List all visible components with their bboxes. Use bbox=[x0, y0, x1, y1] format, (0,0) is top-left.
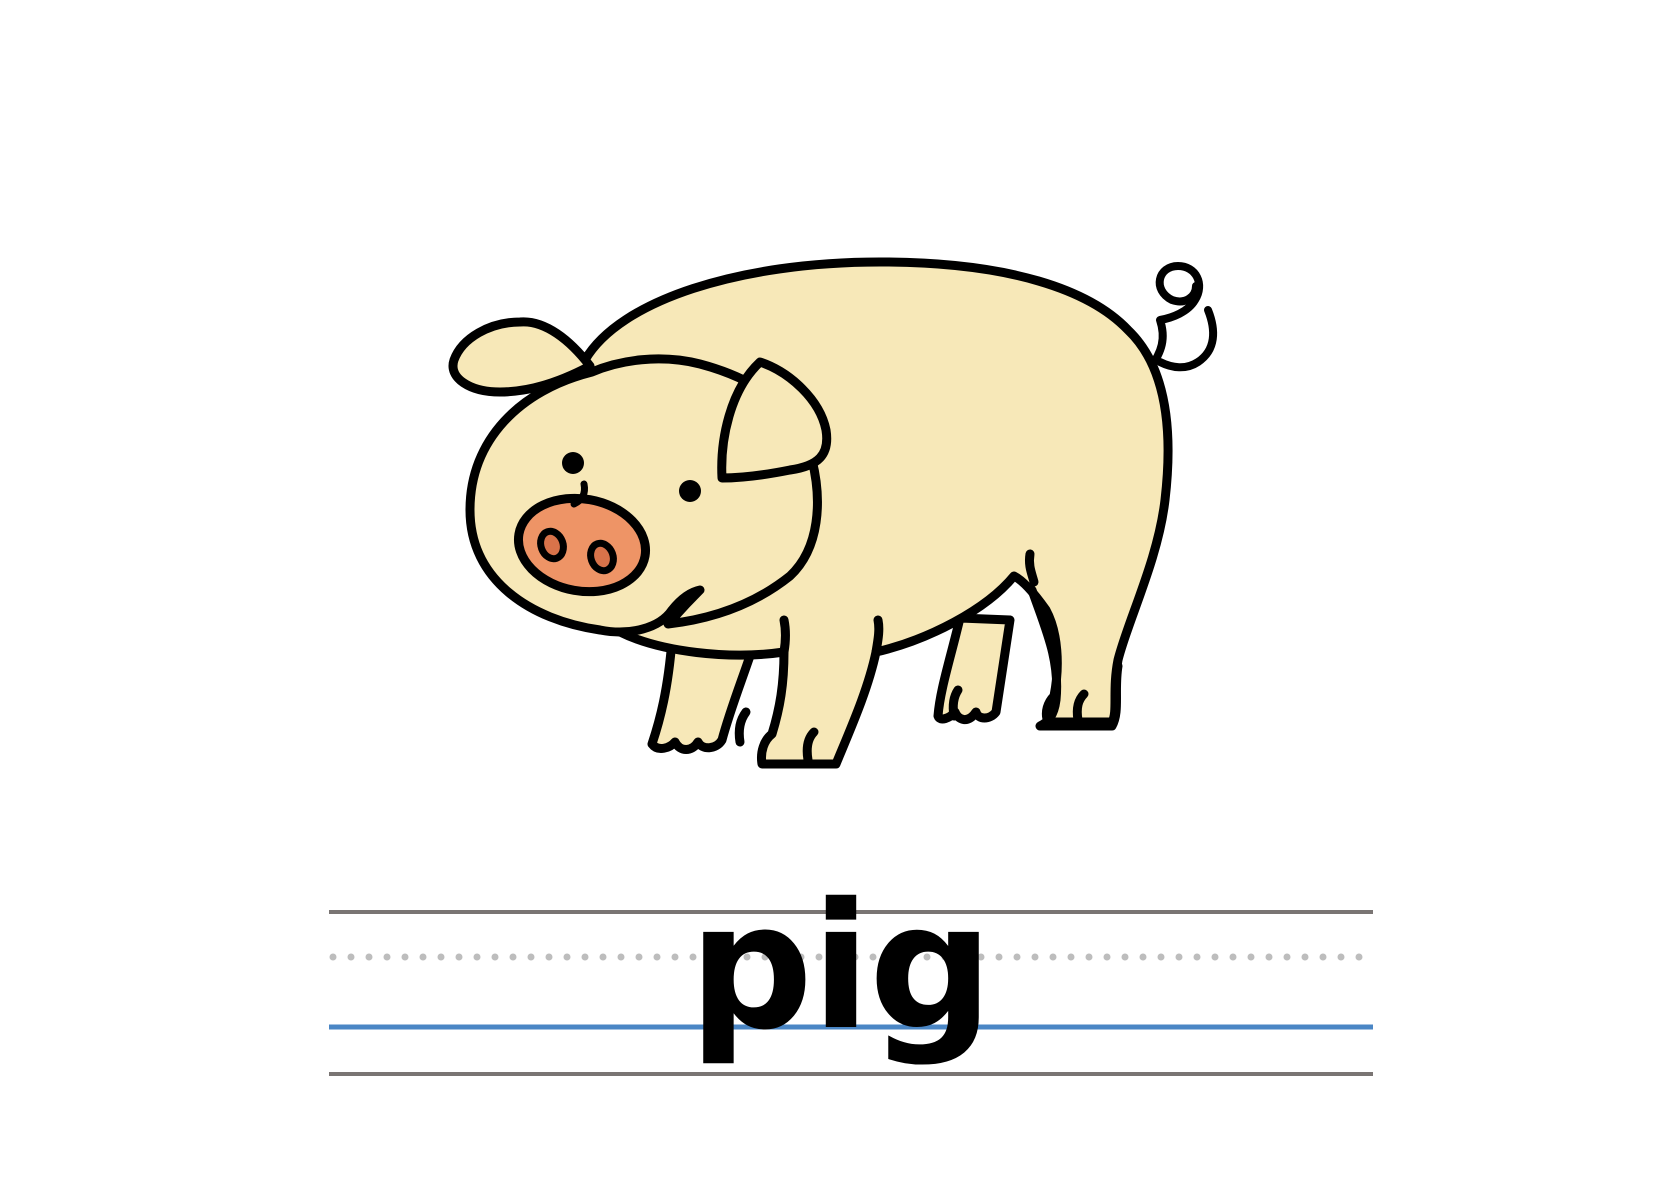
vocabulary-card: pig bbox=[0, 0, 1680, 1200]
vocabulary-word: pig bbox=[688, 866, 994, 1069]
